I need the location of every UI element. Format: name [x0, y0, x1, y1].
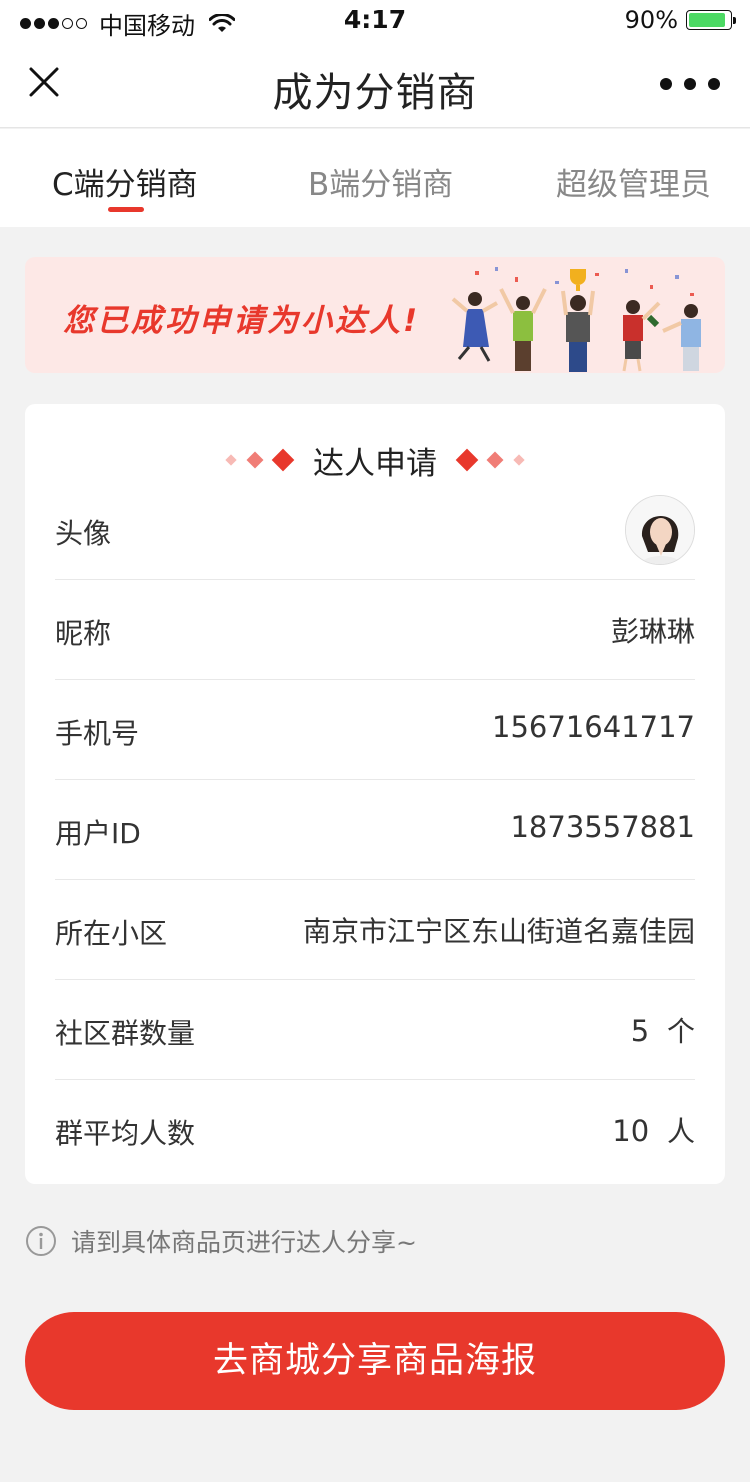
tab-super-admin[interactable]: 超级管理员 [556, 159, 711, 204]
tab-bar: C端分销商 B端分销商 超级管理员 [0, 129, 750, 227]
page-title: 成为分销商 [272, 70, 478, 116]
battery-percent: 90% [624, 6, 678, 34]
row-user-id: 用户ID 1873557881 [55, 780, 695, 880]
nickname-value: 彭琳琳 [610, 615, 695, 648]
row-community: 所在小区 南京市江宁区东山街道名嘉佳园 [55, 880, 695, 980]
avg-members-number: 10 [612, 1114, 650, 1148]
avatar-image [626, 496, 694, 564]
share-poster-button[interactable]: 去商城分享商品海报 [25, 1312, 725, 1410]
application-card: 达人申请 头像 昵称 彭琳琳 手机号 15671641717 用户ID 1873… [25, 404, 725, 1184]
group-count-value: 5 个 [631, 1010, 695, 1050]
avg-members-unit: 人 [666, 1115, 695, 1148]
tip-text: 请到具体商品页进行达人分享~ [71, 1228, 417, 1257]
group-count-label: 社区群数量 [55, 1017, 196, 1050]
battery-fill [689, 13, 725, 27]
card-header: 达人申请 [25, 440, 725, 482]
group-count-number: 5 [630, 1014, 650, 1048]
nickname-label: 昵称 [55, 617, 112, 650]
community-value: 南京市江宁区东山街道名嘉佳园 [302, 915, 695, 948]
row-avatar: 头像 [55, 480, 695, 580]
group-count-unit: 个 [666, 1015, 695, 1048]
tab-c-distributor[interactable]: C端分销商 [52, 159, 198, 204]
info-icon [26, 1226, 56, 1256]
row-avg-members: 群平均人数 10 人 [55, 1080, 695, 1180]
avg-members-value: 10 人 [612, 1110, 695, 1150]
more-icon[interactable] [660, 78, 720, 90]
status-right: 90% [624, 6, 736, 34]
avg-members-label: 群平均人数 [55, 1117, 196, 1150]
row-group-count: 社区群数量 5 个 [55, 980, 695, 1080]
diamond-decoration-left [225, 448, 295, 472]
nav-bar: 成为分销商 [0, 40, 750, 128]
row-nickname: 昵称 彭琳琳 [55, 580, 695, 680]
banner-text: 您已成功申请为小达人! [63, 303, 421, 339]
share-tip: 请到具体商品页进行达人分享~ [25, 1224, 417, 1258]
status-bar: 中国移动 4:17 90% [0, 0, 750, 40]
active-tab-indicator [108, 207, 144, 212]
celebration-illustration [451, 267, 701, 372]
user-id-label: 用户ID [55, 817, 141, 850]
tab-b-distributor[interactable]: B端分销商 [308, 159, 453, 204]
avatar-label: 头像 [55, 517, 112, 550]
row-phone: 手机号 15671641717 [55, 680, 695, 780]
phone-value: 15671641717 [492, 710, 695, 744]
user-id-value: 1873557881 [510, 810, 695, 844]
community-label: 所在小区 [55, 917, 168, 950]
card-title: 达人申请 [313, 445, 437, 482]
battery-icon [686, 10, 736, 30]
avatar [625, 495, 695, 565]
success-banner: 您已成功申请为小达人! [25, 257, 725, 373]
phone-label: 手机号 [55, 717, 140, 750]
diamond-decoration-right [455, 448, 525, 472]
